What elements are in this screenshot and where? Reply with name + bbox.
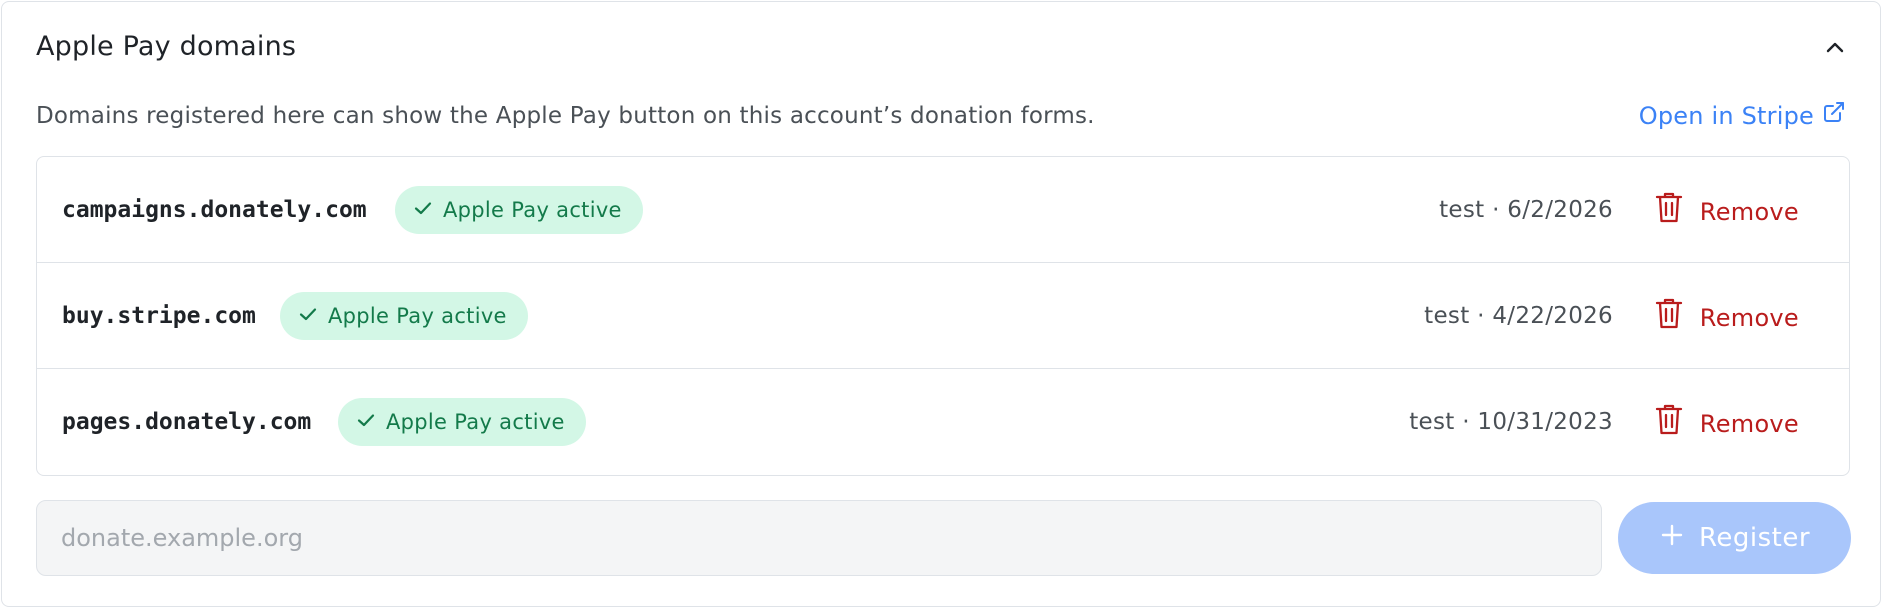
trash-icon — [1654, 402, 1684, 445]
trash-icon — [1654, 296, 1684, 339]
status-badge-label: Apple Pay active — [443, 198, 622, 222]
apple-pay-domains-card: Apple Pay domains Domains registered her… — [1, 1, 1881, 607]
domain-name: buy.stripe.com — [62, 303, 256, 329]
remove-label: Remove — [1699, 197, 1799, 226]
domain-list: campaigns.donately.com Apple Pay active … — [36, 156, 1850, 476]
check-icon — [413, 198, 433, 223]
domain-row: campaigns.donately.com Apple Pay active … — [37, 157, 1849, 263]
remove-label: Remove — [1699, 409, 1799, 438]
plus-icon — [1659, 522, 1685, 555]
check-icon — [356, 410, 376, 435]
domain-name: pages.donately.com — [62, 409, 312, 435]
section-title: Apple Pay domains — [36, 31, 297, 62]
open-in-stripe-link[interactable]: Open in Stripe — [1639, 99, 1846, 133]
external-link-icon — [1822, 99, 1846, 133]
register-label: Register — [1698, 523, 1811, 553]
status-badge: Apple Pay active — [280, 292, 528, 340]
domain-row: buy.stripe.com Apple Pay active test · 4… — [37, 263, 1849, 369]
open-in-stripe-label: Open in Stripe — [1638, 102, 1814, 130]
status-badge-label: Apple Pay active — [328, 304, 507, 328]
domain-meta: test · 4/22/2026 — [1424, 303, 1613, 329]
trash-icon — [1654, 190, 1684, 233]
domain-input[interactable] — [36, 500, 1602, 576]
status-badge: Apple Pay active — [338, 398, 586, 446]
remove-button[interactable]: Remove — [1654, 402, 1799, 445]
register-button[interactable]: Register — [1618, 502, 1851, 574]
chevron-up-icon[interactable] — [1820, 32, 1850, 62]
domain-meta: test · 6/2/2026 — [1439, 197, 1613, 223]
domain-name: campaigns.donately.com — [62, 197, 367, 223]
domain-row: pages.donately.com Apple Pay active test… — [37, 369, 1849, 475]
status-badge-label: Apple Pay active — [386, 410, 565, 434]
remove-button[interactable]: Remove — [1654, 190, 1799, 233]
status-badge: Apple Pay active — [395, 186, 643, 234]
remove-button[interactable]: Remove — [1654, 296, 1799, 339]
section-description: Domains registered here can show the App… — [36, 103, 1095, 129]
remove-label: Remove — [1699, 303, 1799, 332]
domain-meta: test · 10/31/2023 — [1409, 409, 1613, 435]
check-icon — [298, 304, 318, 329]
